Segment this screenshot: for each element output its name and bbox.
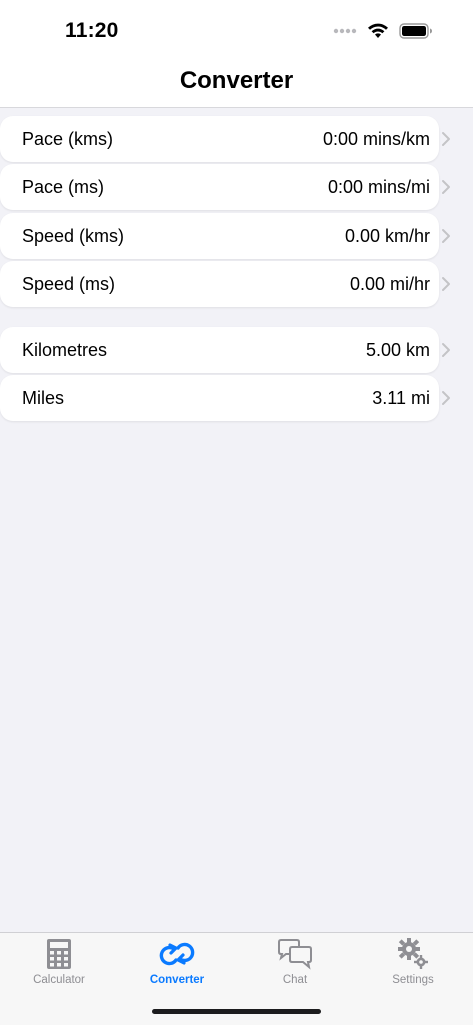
row-card: Kilometres 5.00 km bbox=[0, 327, 439, 373]
tab-label: Calculator bbox=[33, 974, 85, 986]
pace-speed-section: Pace (kms) 0:00 mins/km Pace (ms) 0:00 m… bbox=[0, 116, 473, 309]
row-value: 0.00 km/hr bbox=[344, 225, 430, 246]
row-speed-kms[interactable]: Speed (kms) 0.00 km/hr bbox=[0, 212, 473, 259]
chevron-right-icon bbox=[442, 132, 450, 146]
row-kilometres[interactable]: Kilometres 5.00 km bbox=[0, 327, 473, 373]
gears-icon bbox=[398, 938, 428, 969]
chat-bubbles-icon bbox=[278, 939, 312, 970]
status-bar: 11:20 bbox=[0, 0, 473, 60]
chevron-right-icon bbox=[442, 276, 450, 291]
distance-section: Kilometres 5.00 km Miles 3.11 mi bbox=[0, 327, 473, 424]
row-value: 0.00 mi/hr bbox=[349, 273, 430, 294]
cellular-signal-icon bbox=[333, 28, 357, 33]
row-card: Miles 3.11 mi bbox=[0, 375, 439, 422]
row-pace-kms[interactable]: Pace (kms) 0:00 mins/km bbox=[0, 116, 473, 162]
row-speed-ms[interactable]: Speed (ms) 0.00 mi/hr bbox=[0, 260, 473, 307]
row-label: Pace (kms) bbox=[22, 129, 114, 149]
wifi-icon bbox=[368, 23, 388, 38]
battery-icon bbox=[399, 22, 432, 39]
status-icons bbox=[333, 22, 433, 39]
row-miles[interactable]: Miles 3.11 mi bbox=[0, 375, 473, 422]
chevron-right-icon bbox=[442, 228, 450, 243]
chevron-right-icon bbox=[442, 343, 450, 357]
row-label: Miles bbox=[22, 388, 65, 409]
navigation-bar: Converter bbox=[0, 60, 473, 108]
row-pace-ms[interactable]: Pace (ms) 0:00 mins/mi bbox=[0, 164, 473, 211]
page-title: Converter bbox=[179, 67, 294, 94]
row-card: Pace (ms) 0:00 mins/mi bbox=[0, 164, 439, 211]
row-label: Kilometres bbox=[22, 340, 108, 360]
tab-calculator[interactable]: Calculator bbox=[0, 937, 118, 986]
tab-converter[interactable]: Converter bbox=[118, 937, 236, 986]
row-value: 3.11 mi bbox=[372, 388, 430, 409]
row-card: Pace (kms) 0:00 mins/km bbox=[0, 116, 439, 162]
row-card: Speed (ms) 0.00 mi/hr bbox=[0, 260, 439, 307]
tab-settings[interactable]: Settings bbox=[354, 937, 472, 986]
row-value: 0:00 mins/km bbox=[322, 129, 430, 149]
calculator-icon bbox=[47, 939, 71, 969]
home-indicator[interactable] bbox=[152, 1009, 321, 1014]
tab-label: Chat bbox=[282, 974, 308, 986]
row-value: 0:00 mins/mi bbox=[327, 177, 430, 198]
chevron-right-icon bbox=[442, 180, 450, 195]
tab-chat[interactable]: Chat bbox=[236, 937, 354, 986]
row-card: Speed (kms) 0.00 km/hr bbox=[0, 212, 439, 259]
row-label: Speed (kms) bbox=[22, 225, 125, 246]
row-label: Speed (ms) bbox=[22, 273, 116, 294]
chevron-right-icon bbox=[442, 391, 450, 406]
row-label: Pace (ms) bbox=[22, 177, 105, 198]
row-value: 5.00 km bbox=[365, 340, 430, 360]
convert-arrows-icon bbox=[159, 942, 195, 966]
tab-label: Converter bbox=[149, 974, 205, 986]
tab-label: Settings bbox=[392, 974, 434, 986]
status-time: 11:20 bbox=[65, 19, 119, 42]
